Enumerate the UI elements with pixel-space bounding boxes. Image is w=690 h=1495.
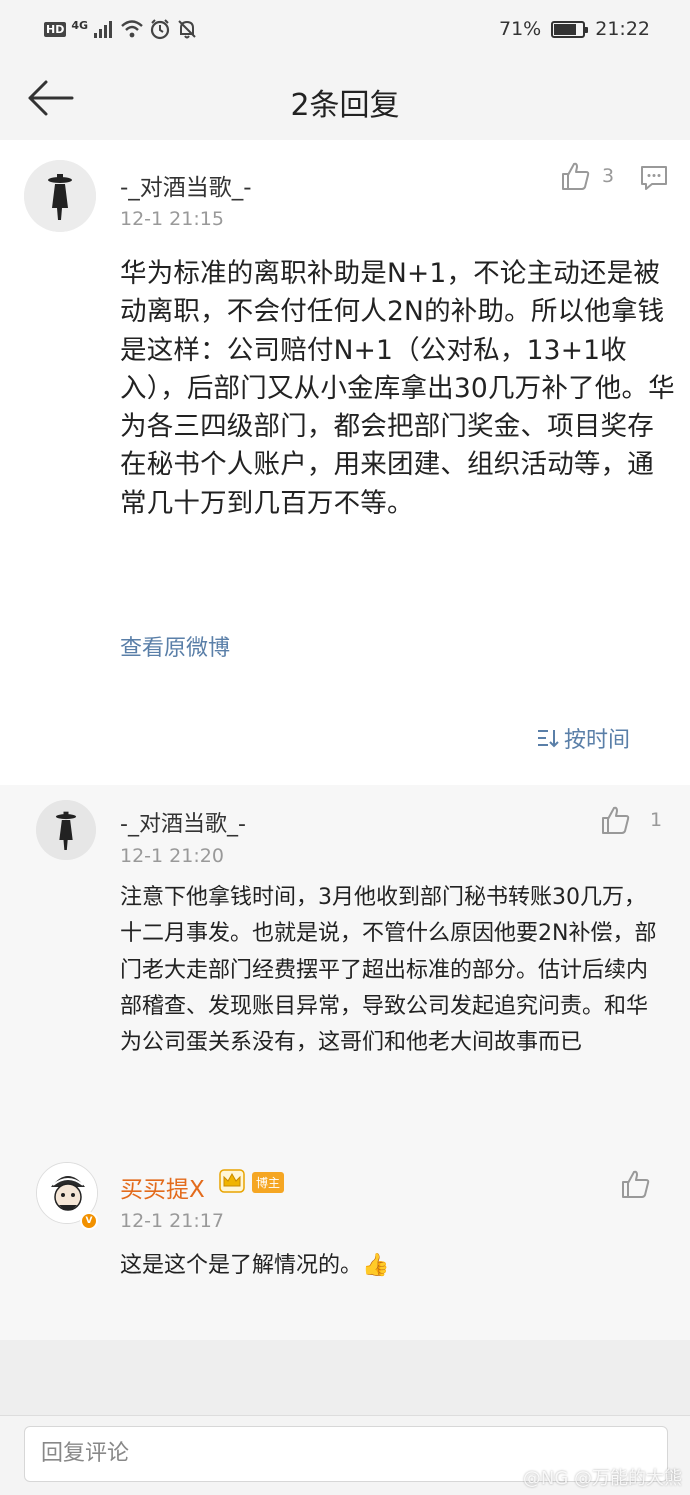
thumbs-up-icon [562, 162, 590, 190]
crown-icon [218, 1168, 246, 1198]
comment-icon [641, 166, 667, 190]
signal-icon [94, 21, 113, 38]
reply-timestamp: 12-1 21:17 [120, 1210, 224, 1232]
reply-like-count: 1 [650, 809, 663, 831]
avatar-figure-icon [36, 800, 96, 860]
clock: 21:22 [595, 18, 650, 40]
reply-username[interactable]: -_对酒当歌_- [120, 806, 246, 838]
timestamp: 12-1 21:15 [120, 208, 224, 230]
battery-percent: 71% [499, 18, 542, 40]
reply-username[interactable]: 买买提X [120, 1170, 205, 1204]
view-original-link[interactable]: 查看原微博 [120, 630, 230, 662]
avatar[interactable] [24, 160, 96, 232]
avatar-figure-icon [24, 160, 96, 232]
avatar[interactable] [36, 800, 96, 860]
status-left: HD 4G [44, 18, 198, 40]
network-type: 4G [71, 18, 89, 32]
mute-icon [178, 20, 196, 39]
wifi-icon [121, 20, 143, 38]
like-count: 3 [602, 165, 615, 187]
reply-body: 这是这个是了解情况的。👍 [120, 1253, 390, 1278]
comment-body: 华为标准的离职补助是N+1，不论主动还是被动离职，不会付任何人2N的补助。所以他… [120, 258, 675, 519]
page-title: 2条回复 [290, 88, 400, 123]
status-bar: HD 4G 71% 21:22 [0, 0, 690, 62]
sort-label: 按时间 [563, 728, 630, 753]
thumbs-up-icon [602, 806, 630, 834]
battery-level [554, 23, 576, 35]
watermark: @NG @万能的大熊 [522, 1468, 682, 1489]
nav-bar: 2条回复 [0, 62, 690, 140]
alarm-icon [150, 19, 170, 40]
sort-icon [537, 730, 559, 748]
verified-badge: V [80, 1212, 98, 1230]
reply-timestamp: 12-1 21:20 [120, 845, 224, 867]
comment-button[interactable] [640, 164, 668, 196]
battery-icon [551, 20, 589, 38]
reply-like-button[interactable]: 1 [600, 804, 662, 836]
status-right: 71% 21:22 [499, 18, 650, 40]
like-button[interactable]: 3 [560, 160, 614, 192]
sort-by-time-button[interactable]: 按时间 [536, 722, 630, 754]
username[interactable]: -_对酒当歌_- [120, 168, 252, 202]
hd-indicator: HD [44, 21, 67, 37]
reply-like-button[interactable] [620, 1168, 662, 1200]
thumbs-up-icon [622, 1170, 650, 1198]
blogger-badge: 博主 [252, 1172, 285, 1193]
footer-spacer [0, 1340, 690, 1415]
reply-body: 注意下他拿钱时间，3月他收到部门秘书转账30几万，十二月事发。也就是说，不管什么… [120, 885, 657, 1056]
